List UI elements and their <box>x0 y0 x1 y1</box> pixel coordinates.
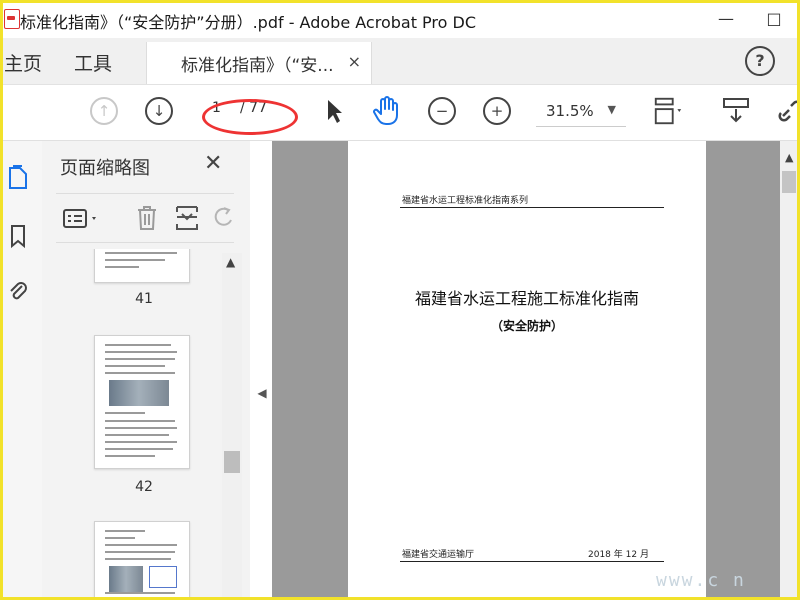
highlight-frame <box>0 0 800 600</box>
